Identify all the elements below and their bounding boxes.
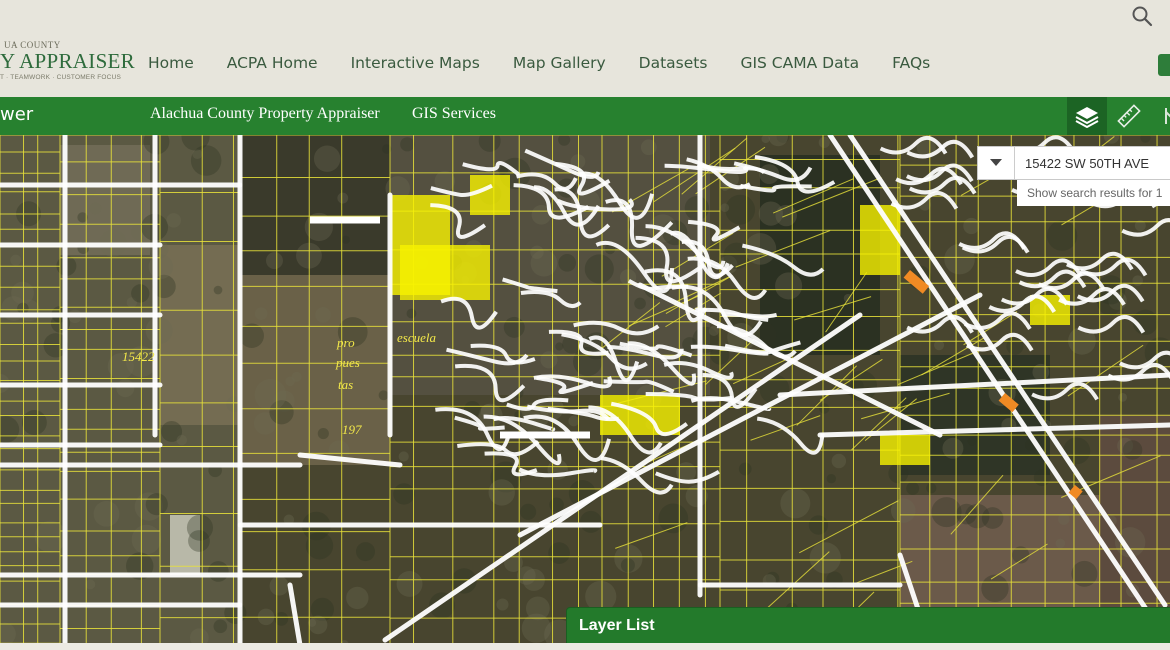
map-label-tas: tas [338,377,354,392]
link-gis-services[interactable]: GIS Services [412,105,496,123]
map-view[interactable]: 15422 pro pues tas escuela 197 [0,135,1170,645]
logo-title: Y APPRAISER [0,49,135,73]
map-label-escuela: escuela [397,330,436,345]
search-suggestion[interactable]: Show search results for 1 [1017,180,1170,206]
layer-list-title: Layer List [579,617,655,634]
aerial-parcel-map[interactable] [0,135,1170,645]
search-input[interactable] [1015,147,1170,179]
layer-list-panel[interactable]: Layer List [566,607,1170,644]
map-label-pues: pues [336,355,360,370]
map-label-pro: pro [337,335,355,350]
app-bar: wer Alachua County Property Appraiser GI… [0,97,1170,135]
chevron-down-icon[interactable] [978,147,1015,179]
layers-icon[interactable] [1067,97,1107,135]
map-label-197: 197 [342,422,362,437]
map-label-15422: 15422 [122,349,155,364]
nav-home[interactable]: Home [148,54,194,72]
nav-interactive-maps[interactable]: Interactive Maps [351,54,480,72]
logo-tagline: T · TEAMWORK · CUSTOMER FOCUS [0,74,121,81]
address-search-widget [977,146,1170,180]
app-title: wer [0,104,34,125]
nav-faqs[interactable]: FAQs [892,54,930,72]
main-nav: Home ACPA Home Interactive Maps Map Gall… [148,54,963,72]
link-alachua-county-property-appraiser[interactable]: Alachua County Property Appraiser [150,105,380,123]
nav-datasets[interactable]: Datasets [639,54,708,72]
measure-ruler-icon[interactable] [1109,97,1149,135]
nav-map-gallery[interactable]: Map Gallery [513,54,606,72]
site-header: UA COUNTY Y APPRAISER T · TEAMWORK · CUS… [0,0,1170,97]
search-icon[interactable] [1131,5,1153,27]
header-action-button[interactable] [1158,54,1170,76]
nav-acpa-home[interactable]: ACPA Home [227,54,318,72]
nav-gis-cama-data[interactable]: GIS CAMA Data [740,54,859,72]
more-tool-icon[interactable] [1151,97,1170,135]
page-bottom-strip [0,643,1170,650]
